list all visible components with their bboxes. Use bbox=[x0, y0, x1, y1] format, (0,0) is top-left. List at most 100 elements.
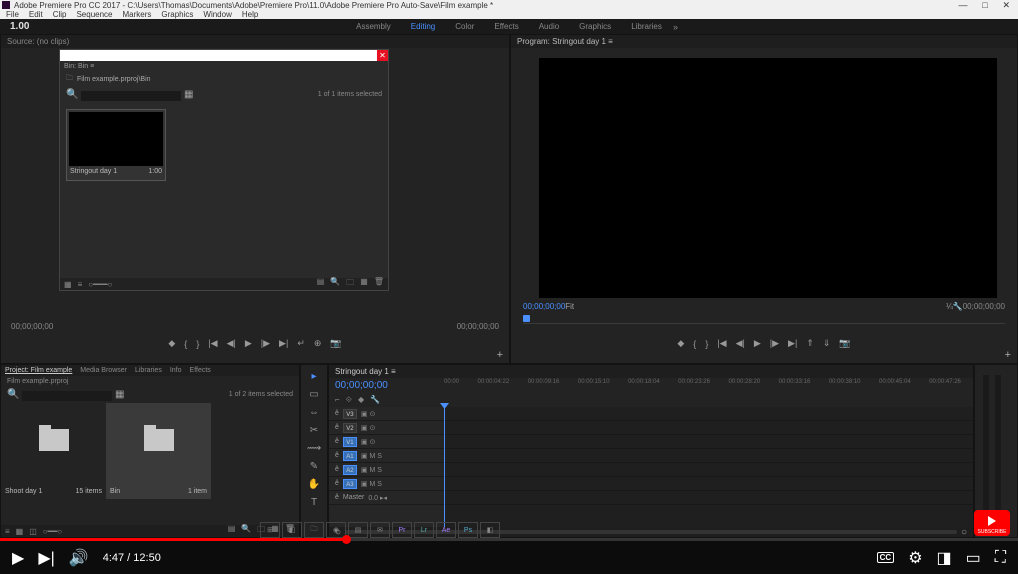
tl-zoom-in-icon[interactable]: ○ bbox=[961, 527, 967, 538]
selection-tool-icon[interactable]: ▸ bbox=[311, 371, 316, 382]
tab-info[interactable]: Info bbox=[170, 367, 182, 374]
vp-miniplayer-icon[interactable]: ◨ bbox=[937, 548, 952, 568]
razor-tool-icon[interactable]: ✂ bbox=[310, 425, 318, 436]
pen-tool-icon[interactable]: ✎ bbox=[310, 461, 318, 472]
settings-icon[interactable]: 🔧 bbox=[370, 395, 380, 405]
bin-close-icon[interactable]: ✕ bbox=[377, 50, 388, 61]
tb-app-icon[interactable]: Pr bbox=[392, 522, 412, 538]
prog-tc-out[interactable]: 00;00;00;00 bbox=[963, 302, 1005, 311]
tb-app-icon[interactable]: ⊞ bbox=[260, 522, 280, 538]
track-a2[interactable]: êA2▣ M S bbox=[329, 463, 444, 477]
track-a3[interactable]: êA3▣ M S bbox=[329, 477, 444, 491]
vp-volume-icon[interactable]: 🔊 bbox=[69, 548, 89, 568]
proj-item-bin[interactable]: Bin1 item bbox=[106, 403, 211, 499]
type-tool-icon[interactable]: T bbox=[311, 497, 317, 508]
program-monitor[interactable] bbox=[539, 58, 997, 298]
view-icon-icon[interactable]: ▦ bbox=[16, 527, 24, 536]
p-step-fwd-icon[interactable]: |▶ bbox=[770, 338, 779, 349]
youtube-subscribe[interactable]: SUBSCRIBE bbox=[974, 510, 1010, 536]
view-icon-icon[interactable]: ▦ bbox=[64, 280, 72, 289]
play-icon[interactable]: ▶ bbox=[245, 338, 252, 349]
vp-settings-icon[interactable]: ⚙ bbox=[908, 548, 922, 568]
insert-icon[interactable]: ↵ bbox=[297, 338, 305, 349]
proj-search-input[interactable] bbox=[22, 391, 112, 401]
track-select-tool-icon[interactable]: ▭ bbox=[309, 389, 318, 400]
tb-app-icon[interactable]: ◧ bbox=[480, 522, 500, 538]
vp-next-icon[interactable]: ▶| bbox=[38, 548, 54, 568]
p-step-back-icon[interactable]: ◀| bbox=[736, 338, 745, 349]
prog-scrubber[interactable] bbox=[523, 323, 1005, 324]
proj-filter-icon[interactable]: ▦ bbox=[115, 389, 124, 400]
vp-theater-icon[interactable]: ▭ bbox=[966, 548, 981, 568]
linked-sel-icon[interactable]: ⟐ bbox=[346, 395, 352, 405]
p-out-icon[interactable]: } bbox=[705, 339, 708, 349]
timeline-tc[interactable]: 00;00;00;00 bbox=[335, 380, 388, 391]
p-marker-icon[interactable]: ◆ bbox=[677, 338, 684, 349]
prog-fit[interactable]: Fit bbox=[565, 302, 574, 311]
new-item-icon[interactable]: ▦ bbox=[360, 277, 368, 291]
tb-app-icon[interactable]: Ae bbox=[436, 522, 456, 538]
p-export-frame-icon[interactable]: 📷 bbox=[839, 338, 850, 349]
view-list-icon[interactable]: ≡ bbox=[5, 527, 10, 536]
p-play-icon[interactable]: ▶ bbox=[754, 338, 761, 349]
find-icon[interactable]: 🔍 bbox=[241, 524, 251, 538]
out-icon[interactable]: } bbox=[196, 339, 199, 349]
zoom-slider[interactable]: ○━━━○ bbox=[88, 280, 112, 289]
vp-cc-icon[interactable]: CC bbox=[877, 552, 895, 563]
track-master[interactable]: êMaster0.0 ▸◂ bbox=[329, 491, 444, 505]
window-close[interactable]: ✕ bbox=[996, 0, 1016, 10]
marker-icon[interactable]: ◆ bbox=[168, 338, 175, 349]
p-goto-in-icon[interactable]: |◀ bbox=[717, 338, 726, 349]
menu-graphics[interactable]: Graphics bbox=[161, 10, 193, 19]
menu-clip[interactable]: Clip bbox=[53, 10, 67, 19]
proj-zoom-slider[interactable]: ○━━○ bbox=[43, 527, 62, 536]
p-lift-icon[interactable]: ⇑ bbox=[806, 338, 814, 349]
menu-help[interactable]: Help bbox=[242, 10, 258, 19]
src-button-editor-icon[interactable]: + bbox=[497, 349, 503, 361]
track-v1[interactable]: êV1▣ ⊙ bbox=[329, 435, 444, 449]
ws-overflow-icon[interactable]: » bbox=[673, 22, 678, 32]
menu-markers[interactable]: Markers bbox=[123, 10, 152, 19]
prog-tc-in[interactable]: 00;00;00;00 bbox=[523, 302, 565, 311]
program-header[interactable]: Program: Stringout day 1 ≡ bbox=[511, 35, 1017, 48]
auto-icon[interactable]: ▤ bbox=[228, 524, 236, 538]
menu-sequence[interactable]: Sequence bbox=[76, 10, 112, 19]
p-goto-out-icon[interactable]: ▶| bbox=[788, 338, 797, 349]
tb-app-icon[interactable]: 🗀 bbox=[304, 522, 324, 538]
tab-media[interactable]: Media Browser bbox=[80, 367, 127, 374]
view-free-icon[interactable]: ◫ bbox=[29, 527, 37, 536]
vp-fullscreen-icon[interactable]: ⛶ bbox=[995, 549, 1006, 567]
track-a1[interactable]: êA1▣ M S bbox=[329, 449, 444, 463]
snap-icon[interactable]: ⌐ bbox=[335, 395, 340, 405]
prog-playhead[interactable] bbox=[523, 315, 530, 322]
wrench-icon[interactable]: 🔧 bbox=[953, 302, 963, 311]
view-list-icon[interactable]: ≡ bbox=[78, 280, 83, 289]
auto-icon[interactable]: ▤ bbox=[317, 277, 325, 291]
tb-app-icon[interactable]: Ps bbox=[458, 522, 478, 538]
timeline-playhead[interactable] bbox=[444, 407, 445, 527]
menu-window[interactable]: Window bbox=[203, 10, 231, 19]
track-v3[interactable]: êV3▣ ⊙ bbox=[329, 407, 444, 421]
find-icon[interactable]: 🔍 bbox=[330, 277, 340, 291]
goto-out-icon[interactable]: ▶| bbox=[279, 338, 288, 349]
bin-item[interactable]: Stringout day 11:00 bbox=[66, 109, 166, 181]
src-tc-out[interactable]: 00;00;00;00 bbox=[457, 322, 499, 331]
ws-assembly[interactable]: Assembly bbox=[356, 22, 391, 31]
p-in-icon[interactable]: { bbox=[693, 339, 696, 349]
slip-tool-icon[interactable]: ⟿ bbox=[307, 443, 321, 454]
ws-graphics[interactable]: Graphics bbox=[579, 22, 611, 31]
source-header[interactable]: Source: (no clips) bbox=[1, 35, 509, 48]
video-progress[interactable] bbox=[0, 538, 1018, 541]
window-max[interactable]: □ bbox=[976, 0, 993, 10]
trash-icon[interactable]: 🗑 bbox=[374, 277, 384, 291]
ws-effects[interactable]: Effects bbox=[494, 22, 518, 31]
p-extract-icon[interactable]: ⇓ bbox=[823, 338, 831, 349]
tb-app-icon[interactable]: ✉ bbox=[370, 522, 390, 538]
tb-app-icon[interactable]: ◧ bbox=[282, 522, 302, 538]
marker-add-icon[interactable]: ◆ bbox=[358, 395, 364, 405]
tb-app-icon[interactable]: Lr bbox=[414, 522, 434, 538]
tab-effects[interactable]: Effects bbox=[190, 367, 211, 374]
ws-libraries[interactable]: Libraries bbox=[631, 22, 662, 31]
menu-file[interactable]: File bbox=[6, 10, 19, 19]
tab-project[interactable]: Project: Film example bbox=[5, 367, 72, 374]
